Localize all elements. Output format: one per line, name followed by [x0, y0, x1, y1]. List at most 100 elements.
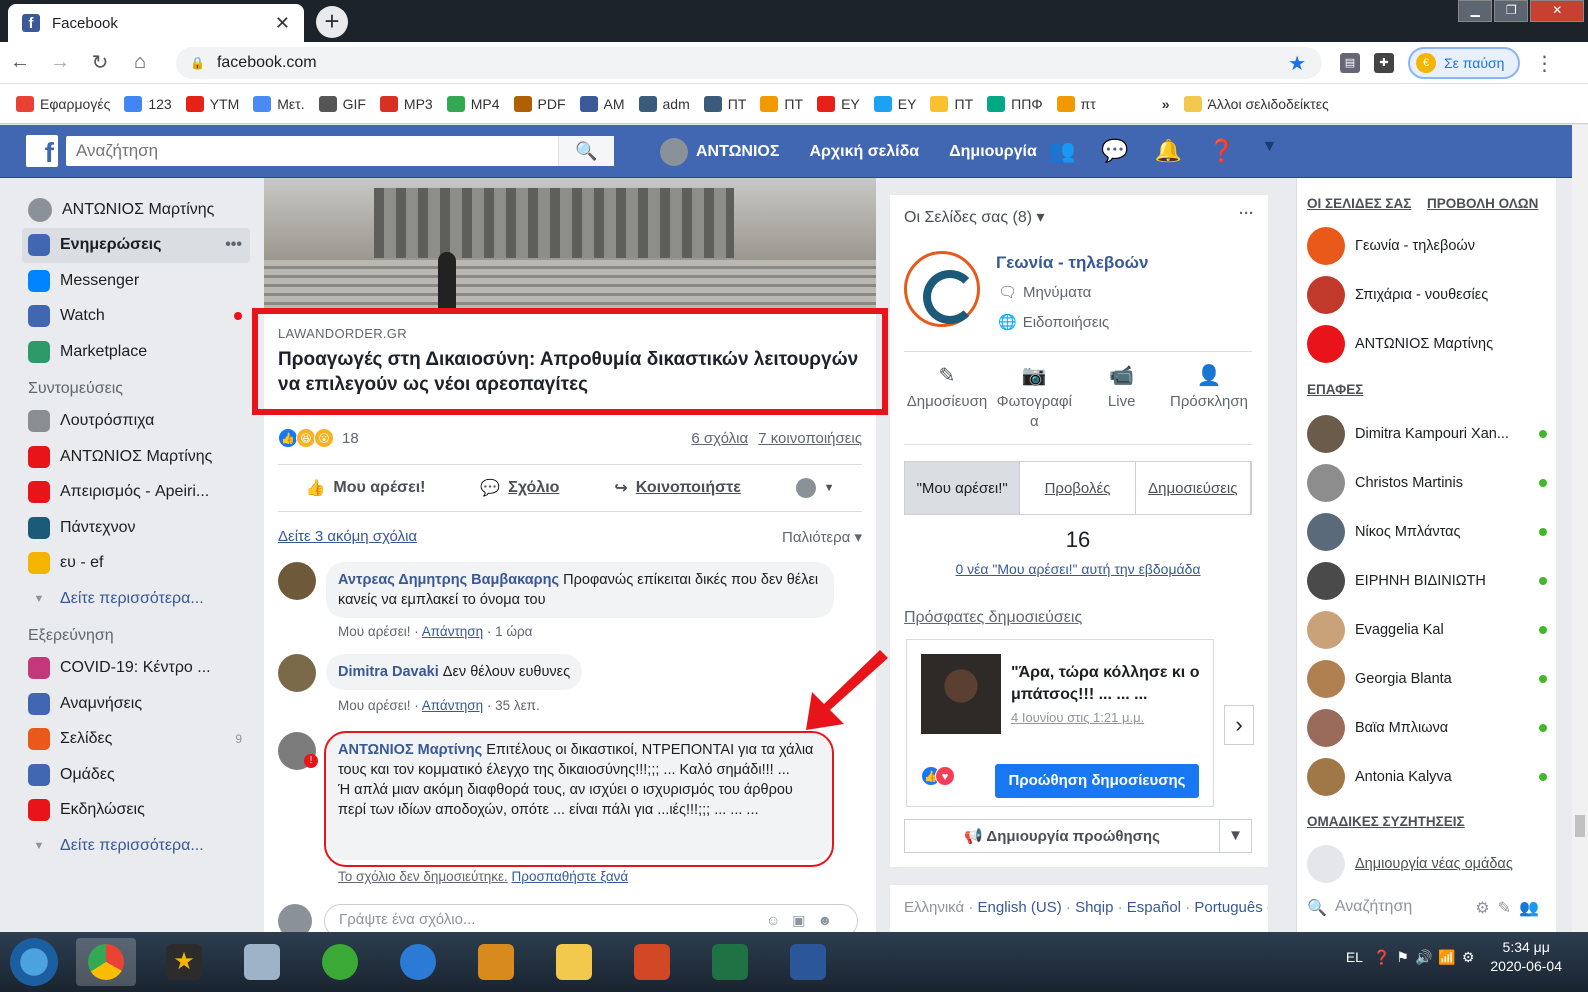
- more-options-icon[interactable]: ···: [1239, 205, 1254, 222]
- share-button[interactable]: ↪ Κοινοποιήστε: [614, 478, 741, 498]
- comment-time[interactable]: 1 ώρα: [495, 624, 532, 639]
- recent-posts-heading[interactable]: Πρόσφατες δημοσιεύσεις: [904, 609, 1082, 627]
- puzzle-icon[interactable]: ✚: [1374, 53, 1394, 73]
- tray-icons[interactable]: ❓⚑🔊📶⚙: [1373, 949, 1480, 966]
- home-icon[interactable]: ⌂: [120, 51, 160, 74]
- bookmarks-overflow-icon[interactable]: »: [1162, 96, 1170, 112]
- comment-like-link[interactable]: Μου αρέσει!: [338, 624, 411, 639]
- back-icon[interactable]: ←: [0, 51, 40, 74]
- chevron-down-icon[interactable]: ▼: [1219, 819, 1251, 853]
- like-reaction-icon[interactable]: 👍: [278, 428, 298, 448]
- language-link[interactable]: English (US): [978, 899, 1062, 916]
- boost-post-button[interactable]: Προώθηση δημοσίευσης: [995, 764, 1199, 798]
- friend-requests-icon[interactable]: 👥: [1048, 138, 1075, 164]
- language-link[interactable]: Shqip: [1075, 899, 1113, 916]
- wow-reaction-icon[interactable]: 😮: [314, 428, 334, 448]
- nav-item[interactable]: Σελίδες 9: [22, 722, 250, 758]
- page-action-invite[interactable]: 👤 Πρόσκληση: [1166, 366, 1252, 444]
- reload-icon[interactable]: ↻: [80, 50, 120, 75]
- comment-sort-dropdown[interactable]: Παλιότερα ▾: [782, 528, 862, 546]
- bookmark-item[interactable]: ΠΤ: [703, 95, 746, 112]
- weekly-likes-link[interactable]: 0 νέα "Μου αρέσει!" αυτή την εβδομάδα: [904, 561, 1252, 577]
- bookmark-item[interactable]: MP3: [379, 95, 433, 112]
- bookmark-item[interactable]: MP4: [446, 95, 500, 112]
- language-link[interactable]: Español: [1127, 899, 1181, 916]
- scrollbar-thumb[interactable]: [1575, 815, 1585, 837]
- create-group-link[interactable]: Δημιουργία νέας ομάδας: [1307, 844, 1547, 884]
- bookmark-item[interactable]: ΕΥ: [873, 95, 916, 112]
- your-pages-dropdown[interactable]: Οι Σελίδες σας (8) ▾: [904, 207, 1045, 227]
- clock[interactable]: 5:34 μμ 2020-06-04: [1490, 938, 1562, 976]
- taskbar-chrome[interactable]: [76, 938, 136, 986]
- nav-item[interactable]: Ενημερώσεις •••: [22, 227, 250, 263]
- post-date[interactable]: 4 Ιουνίου στις 1:21 μ.μ.: [1011, 710, 1144, 725]
- home-link[interactable]: Αρχική σελίδα: [809, 143, 919, 161]
- view-more-comments-link[interactable]: Δείτε 3 ακόμη σχόλια: [278, 528, 417, 546]
- bookmark-item[interactable]: AM: [579, 95, 625, 112]
- extension-icon[interactable]: ▤: [1340, 53, 1360, 73]
- haha-reaction-icon[interactable]: 😆: [296, 428, 316, 448]
- bookmark-item[interactable]: GIF: [318, 95, 366, 112]
- nav-item[interactable]: Πάντεχνον: [22, 510, 250, 546]
- comments-count-link[interactable]: 6 σχόλια: [691, 430, 748, 447]
- retry-link[interactable]: Προσπαθήστε ξανά: [512, 869, 629, 884]
- bookmark-item[interactable]: πτ: [1056, 95, 1096, 112]
- help-icon[interactable]: ❓: [1208, 138, 1235, 164]
- profile-shortcut[interactable]: ΑΝΤΩΝΙΟΣ Μαρτίνης: [22, 192, 250, 228]
- start-button[interactable]: [10, 938, 58, 986]
- taskbar-app-green[interactable]: [310, 938, 370, 986]
- nav-item[interactable]: Ομάδες: [22, 757, 250, 793]
- tab-views[interactable]: Προβολές: [1020, 462, 1136, 514]
- post-as-selector[interactable]: ▼: [795, 478, 835, 498]
- sidebar-page-item[interactable]: Σπιχάρια - νουθεσίες: [1307, 275, 1547, 315]
- bookmark-item[interactable]: adm: [638, 95, 690, 112]
- contact-item[interactable]: Antonia Kalyva: [1307, 757, 1547, 797]
- bookmark-item[interactable]: PDF: [513, 95, 566, 112]
- bookmark-item[interactable]: Μετ.: [253, 95, 305, 112]
- more-options-icon[interactable]: •••: [225, 236, 242, 254]
- chat-search[interactable]: 🔍 Αναζήτηση ⚙✎👥: [1307, 898, 1547, 918]
- tab-posts[interactable]: Δημοσιεύσεις: [1136, 462, 1251, 514]
- nav-item[interactable]: Marketplace: [22, 334, 250, 370]
- create-link[interactable]: Δημιουργία: [949, 143, 1037, 161]
- search-icon[interactable]: 🔍: [558, 136, 614, 166]
- comment-like-link[interactable]: Μου αρέσει!: [338, 698, 411, 713]
- post-thumbnail[interactable]: [921, 654, 1001, 734]
- profile-link[interactable]: ΑΝΤΩΝΙΟΣ: [660, 138, 779, 166]
- see-more-shortcuts[interactable]: ▼ Δείτε περισσότερα...: [22, 581, 250, 617]
- post-text[interactable]: "Άρα, τώρα κόλλησε κι ο μπάτσος!!! ... .…: [1011, 662, 1201, 706]
- close-window-button[interactable]: ✕: [1530, 0, 1584, 22]
- create-promotion-button[interactable]: 📢 Δημιουργία προώθησης ▼: [904, 819, 1252, 853]
- nav-item[interactable]: Watch: [22, 299, 250, 335]
- nav-item[interactable]: Λουτρόσπιχα: [22, 404, 250, 440]
- taskbar-app-media[interactable]: [466, 938, 526, 986]
- browser-tab[interactable]: f Facebook ✕: [8, 4, 304, 42]
- tab-likes[interactable]: "Μου αρέσει!": [905, 462, 1021, 514]
- see-all-link[interactable]: ΠΡΟΒΟΛΗ ΟΛΩΝ: [1427, 196, 1538, 211]
- bookmark-item[interactable]: ΠΤ: [760, 95, 803, 112]
- comment-reply-link[interactable]: Απάντηση: [422, 698, 483, 713]
- shares-count-link[interactable]: 7 κοινοποιήσεις: [758, 430, 862, 447]
- taskbar-app-star[interactable]: ★: [154, 938, 214, 986]
- page-messages-link[interactable]: 🗨 Μηνύματα: [998, 283, 1091, 302]
- profile-paused-button[interactable]: € Σε παύση: [1408, 47, 1521, 79]
- facebook-logo[interactable]: f: [26, 135, 58, 168]
- bookmark-item[interactable]: ΠΤ: [930, 95, 973, 112]
- contact-item[interactable]: Georgia Blanta: [1307, 659, 1547, 699]
- chat-settings-icons[interactable]: ⚙✎👥: [1475, 898, 1547, 918]
- maximize-button[interactable]: ❐: [1494, 0, 1529, 22]
- forward-icon[interactable]: →: [40, 51, 80, 74]
- comment-time[interactable]: 35 λεπ.: [495, 698, 540, 713]
- contact-item[interactable]: Βαϊα Μπλιωνα: [1307, 708, 1547, 748]
- account-menu-chevron-down-icon[interactable]: ▼: [1262, 138, 1278, 164]
- taskbar-excel[interactable]: [700, 938, 760, 986]
- taskbar-powerpoint[interactable]: [622, 938, 682, 986]
- comment-author[interactable]: Αντρεας Δημητρης Βαμβακαρης: [338, 572, 559, 588]
- page-action-live[interactable]: 📹 Live: [1079, 366, 1165, 444]
- bookmark-item[interactable]: ΕΥ: [817, 95, 860, 112]
- taskbar-word[interactable]: [778, 938, 838, 986]
- page-scrollbar[interactable]: [1572, 125, 1588, 932]
- contact-item[interactable]: Christos Martinis: [1307, 463, 1547, 503]
- bookmark-item[interactable]: Εφαρμογές: [16, 95, 110, 112]
- messenger-icon[interactable]: 💬: [1101, 138, 1128, 164]
